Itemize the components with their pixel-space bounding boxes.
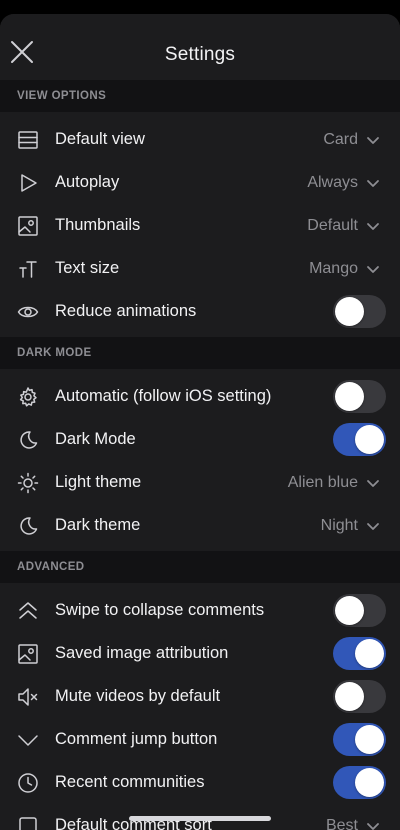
row-label: Dark theme (55, 516, 141, 534)
row-reduce-animations[interactable]: Reduce animations (0, 290, 400, 333)
row-label: Recent communities (55, 773, 205, 791)
row-value: Best (325, 816, 358, 830)
image-icon (16, 214, 40, 238)
row-value: Night (320, 516, 358, 534)
list-icon (16, 128, 40, 152)
toggle-knob (335, 297, 364, 326)
section-header-view-options: VIEW OPTIONS (0, 80, 400, 112)
row-label: Light theme (55, 473, 142, 491)
toggle-knob (335, 382, 364, 411)
toggle-knob (355, 639, 384, 668)
settings-sheet: Settings VIEW OPTIONS Default view Card … (0, 14, 400, 830)
advanced-group: Swipe to collapse comments Saved image a… (0, 589, 400, 830)
comment-jump-toggle[interactable] (333, 723, 386, 756)
row-label: Default view (55, 130, 145, 148)
row-default-view[interactable]: Default view Card (0, 118, 400, 161)
row-label: Reduce animations (55, 302, 197, 320)
row-label: Comment jump button (55, 730, 218, 748)
swipe-collapse-toggle[interactable] (333, 594, 386, 627)
row-text-size[interactable]: Text size Mango (0, 247, 400, 290)
section-header-advanced: ADVANCED (0, 551, 400, 583)
double-chevron-up-icon (16, 599, 40, 623)
row-light-theme[interactable]: Light theme Alien blue (0, 461, 400, 504)
dark-mode-group: Automatic (follow iOS setting) Dark Mode… (0, 375, 400, 547)
chevron-down-icon (366, 476, 380, 490)
row-label: Swipe to collapse comments (55, 601, 265, 619)
chevron-down-icon (366, 176, 380, 190)
square-icon (16, 814, 40, 830)
row-label: Saved image attribution (55, 644, 229, 662)
play-icon (16, 171, 40, 195)
image-icon (16, 642, 40, 666)
row-dark-mode[interactable]: Dark Mode (0, 418, 400, 461)
row-value: Mango (309, 259, 358, 277)
moon-icon (16, 514, 40, 538)
row-automatic[interactable]: Automatic (follow iOS setting) (0, 375, 400, 418)
eye-icon (16, 300, 40, 324)
chevron-down-icon (366, 819, 380, 830)
toggle-knob (355, 725, 384, 754)
row-comment-jump[interactable]: Comment jump button (0, 718, 400, 761)
toggle-knob (335, 596, 364, 625)
chevron-down-icon (366, 262, 380, 276)
chevron-down-icon (16, 728, 40, 752)
row-dark-theme[interactable]: Dark theme Night (0, 504, 400, 547)
row-swipe-collapse[interactable]: Swipe to collapse comments (0, 589, 400, 632)
row-label: Autoplay (55, 173, 120, 191)
text-size-icon (16, 257, 40, 281)
page-title: Settings (164, 44, 236, 65)
view-options-group: Default view Card Autoplay Always Thumbn… (0, 118, 400, 333)
row-label: Thumbnails (55, 216, 141, 234)
toggle-knob (355, 768, 384, 797)
row-label: Automatic (follow iOS setting) (55, 387, 272, 405)
mute-videos-toggle[interactable] (333, 680, 386, 713)
row-value: Default (307, 216, 358, 234)
reduce-animations-toggle[interactable] (333, 295, 386, 328)
row-saved-image-attribution[interactable]: Saved image attribution (0, 632, 400, 675)
row-mute-videos[interactable]: Mute videos by default (0, 675, 400, 718)
row-label: Text size (55, 259, 120, 277)
row-label: Mute videos by default (55, 687, 221, 705)
chevron-down-icon (366, 133, 380, 147)
row-recent-communities[interactable]: Recent communities (0, 761, 400, 804)
row-value: Alien blue (287, 473, 358, 491)
automatic-toggle[interactable] (333, 380, 386, 413)
row-value: Card (323, 130, 358, 148)
saved-image-attribution-toggle[interactable] (333, 637, 386, 670)
row-autoplay[interactable]: Autoplay Always (0, 161, 400, 204)
row-value: Always (307, 173, 358, 191)
toggle-knob (355, 425, 384, 454)
recent-communities-toggle[interactable] (333, 766, 386, 799)
toggle-knob (335, 682, 364, 711)
dark-mode-toggle[interactable] (333, 423, 386, 456)
row-label: Dark Mode (55, 430, 136, 448)
home-indicator (129, 816, 271, 821)
sun-icon (16, 471, 40, 495)
section-header-dark-mode: DARK MODE (0, 337, 400, 369)
chevron-down-icon (366, 219, 380, 233)
row-thumbnails[interactable]: Thumbnails Default (0, 204, 400, 247)
moon-icon (16, 428, 40, 452)
navigation-bar: Settings (0, 14, 400, 80)
clock-icon (16, 771, 40, 795)
speaker-mute-icon (16, 685, 40, 709)
chevron-down-icon (366, 519, 380, 533)
gear-icon (16, 385, 40, 409)
